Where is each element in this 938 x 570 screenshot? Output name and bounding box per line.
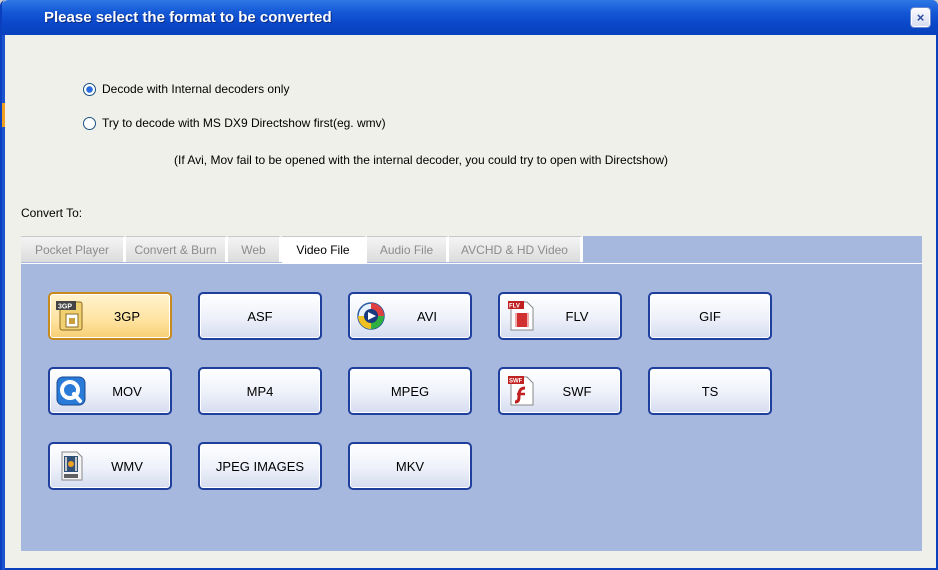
video-file-panel: 3GP 3GP ASF AVI FLV FLV GIF MOV MP4 MPEG… <box>21 263 922 551</box>
format-button-ts[interactable]: TS <box>648 367 772 415</box>
tab-label: Convert & Burn <box>134 242 217 257</box>
tab-pocket-player[interactable]: Pocket Player <box>21 236 126 262</box>
title-bar[interactable]: Please select the format to be converted… <box>2 0 938 35</box>
format-button-gif[interactable]: GIF <box>648 292 772 340</box>
swf-flash-icon: SWF <box>508 376 534 406</box>
format-label: ASF <box>247 308 273 324</box>
quicktime-icon <box>56 376 86 406</box>
decode-directshow-label: Try to decode with MS DX9 Directshow fir… <box>102 116 386 130</box>
decode-internal-label: Decode with Internal decoders only <box>102 82 290 96</box>
format-button-wmv[interactable]: WMV <box>48 442 172 490</box>
avi-file-icon <box>357 302 385 330</box>
close-button[interactable]: × <box>911 8 930 27</box>
tab-avchd-hd-video[interactable]: AVCHD & HD Video <box>449 236 583 262</box>
format-label: TS <box>701 383 719 399</box>
dialog-title: Please select the format to be converted <box>44 9 332 26</box>
convert-to-label: Convert To: <box>21 206 83 220</box>
format-label: MKV <box>395 458 425 474</box>
format-label: 3GP <box>113 308 140 324</box>
svg-text:SWF: SWF <box>509 379 523 385</box>
decode-directshow-option[interactable]: Try to decode with MS DX9 Directshow fir… <box>83 116 386 130</box>
decode-internal-radio[interactable] <box>83 82 96 96</box>
left-edge-strip <box>2 35 5 570</box>
flv-file-icon: FLV <box>508 301 534 331</box>
format-label: JPEG IMAGES <box>215 458 305 474</box>
wmv-file-icon <box>61 451 83 481</box>
format-button-mpeg[interactable]: MPEG <box>348 367 472 415</box>
tab-label: Video File <box>296 243 350 257</box>
format-label: WMV <box>111 458 143 474</box>
format-button-asf[interactable]: ASF <box>198 292 322 340</box>
format-label: FLV <box>565 308 589 324</box>
tab-video-file[interactable]: Video File <box>282 236 367 263</box>
decode-internal-option[interactable]: Decode with Internal decoders only <box>83 82 289 96</box>
tab-label: Audio File <box>379 242 434 257</box>
format-button-swf[interactable]: SWF SWF <box>498 367 622 415</box>
format-label: MP4 <box>246 383 274 399</box>
svg-text:3GP: 3GP <box>58 304 72 311</box>
directshow-note: (If Avi, Mov fail to be opened with the … <box>174 153 669 167</box>
format-label: MOV <box>112 383 142 399</box>
format-label: MPEG <box>390 383 430 399</box>
tab-audio-file[interactable]: Audio File <box>367 236 449 262</box>
decode-directshow-radio[interactable] <box>83 116 96 130</box>
format-button-avi[interactable]: AVI <box>348 292 472 340</box>
format-button-flv[interactable]: FLV FLV <box>498 292 622 340</box>
format-button-mp4[interactable]: MP4 <box>198 367 322 415</box>
close-icon: × <box>916 10 925 25</box>
format-button-jpeg-images[interactable]: JPEG IMAGES <box>198 442 322 490</box>
tab-label: Pocket Player <box>34 242 110 257</box>
format-button-3gp[interactable]: 3GP 3GP <box>48 292 172 340</box>
edge-marker <box>2 103 5 127</box>
svg-text:FLV: FLV <box>509 304 520 310</box>
tab-web[interactable]: Web <box>228 236 282 262</box>
tab-convert-burn[interactable]: Convert & Burn <box>126 236 228 262</box>
tab-label: Web <box>241 242 266 257</box>
format-tabs: Pocket Player Convert & Burn Web Video F… <box>21 236 922 263</box>
3gp-file-icon: 3GP <box>56 301 83 331</box>
format-label: GIF <box>699 308 721 324</box>
tab-label: AVCHD & HD Video <box>461 242 568 257</box>
format-button-mkv[interactable]: MKV <box>348 442 472 490</box>
format-label: SWF <box>562 383 592 399</box>
format-label: AVI <box>417 308 437 324</box>
format-dialog: Please select the format to be converted… <box>0 0 938 570</box>
format-button-mov[interactable]: MOV <box>48 367 172 415</box>
